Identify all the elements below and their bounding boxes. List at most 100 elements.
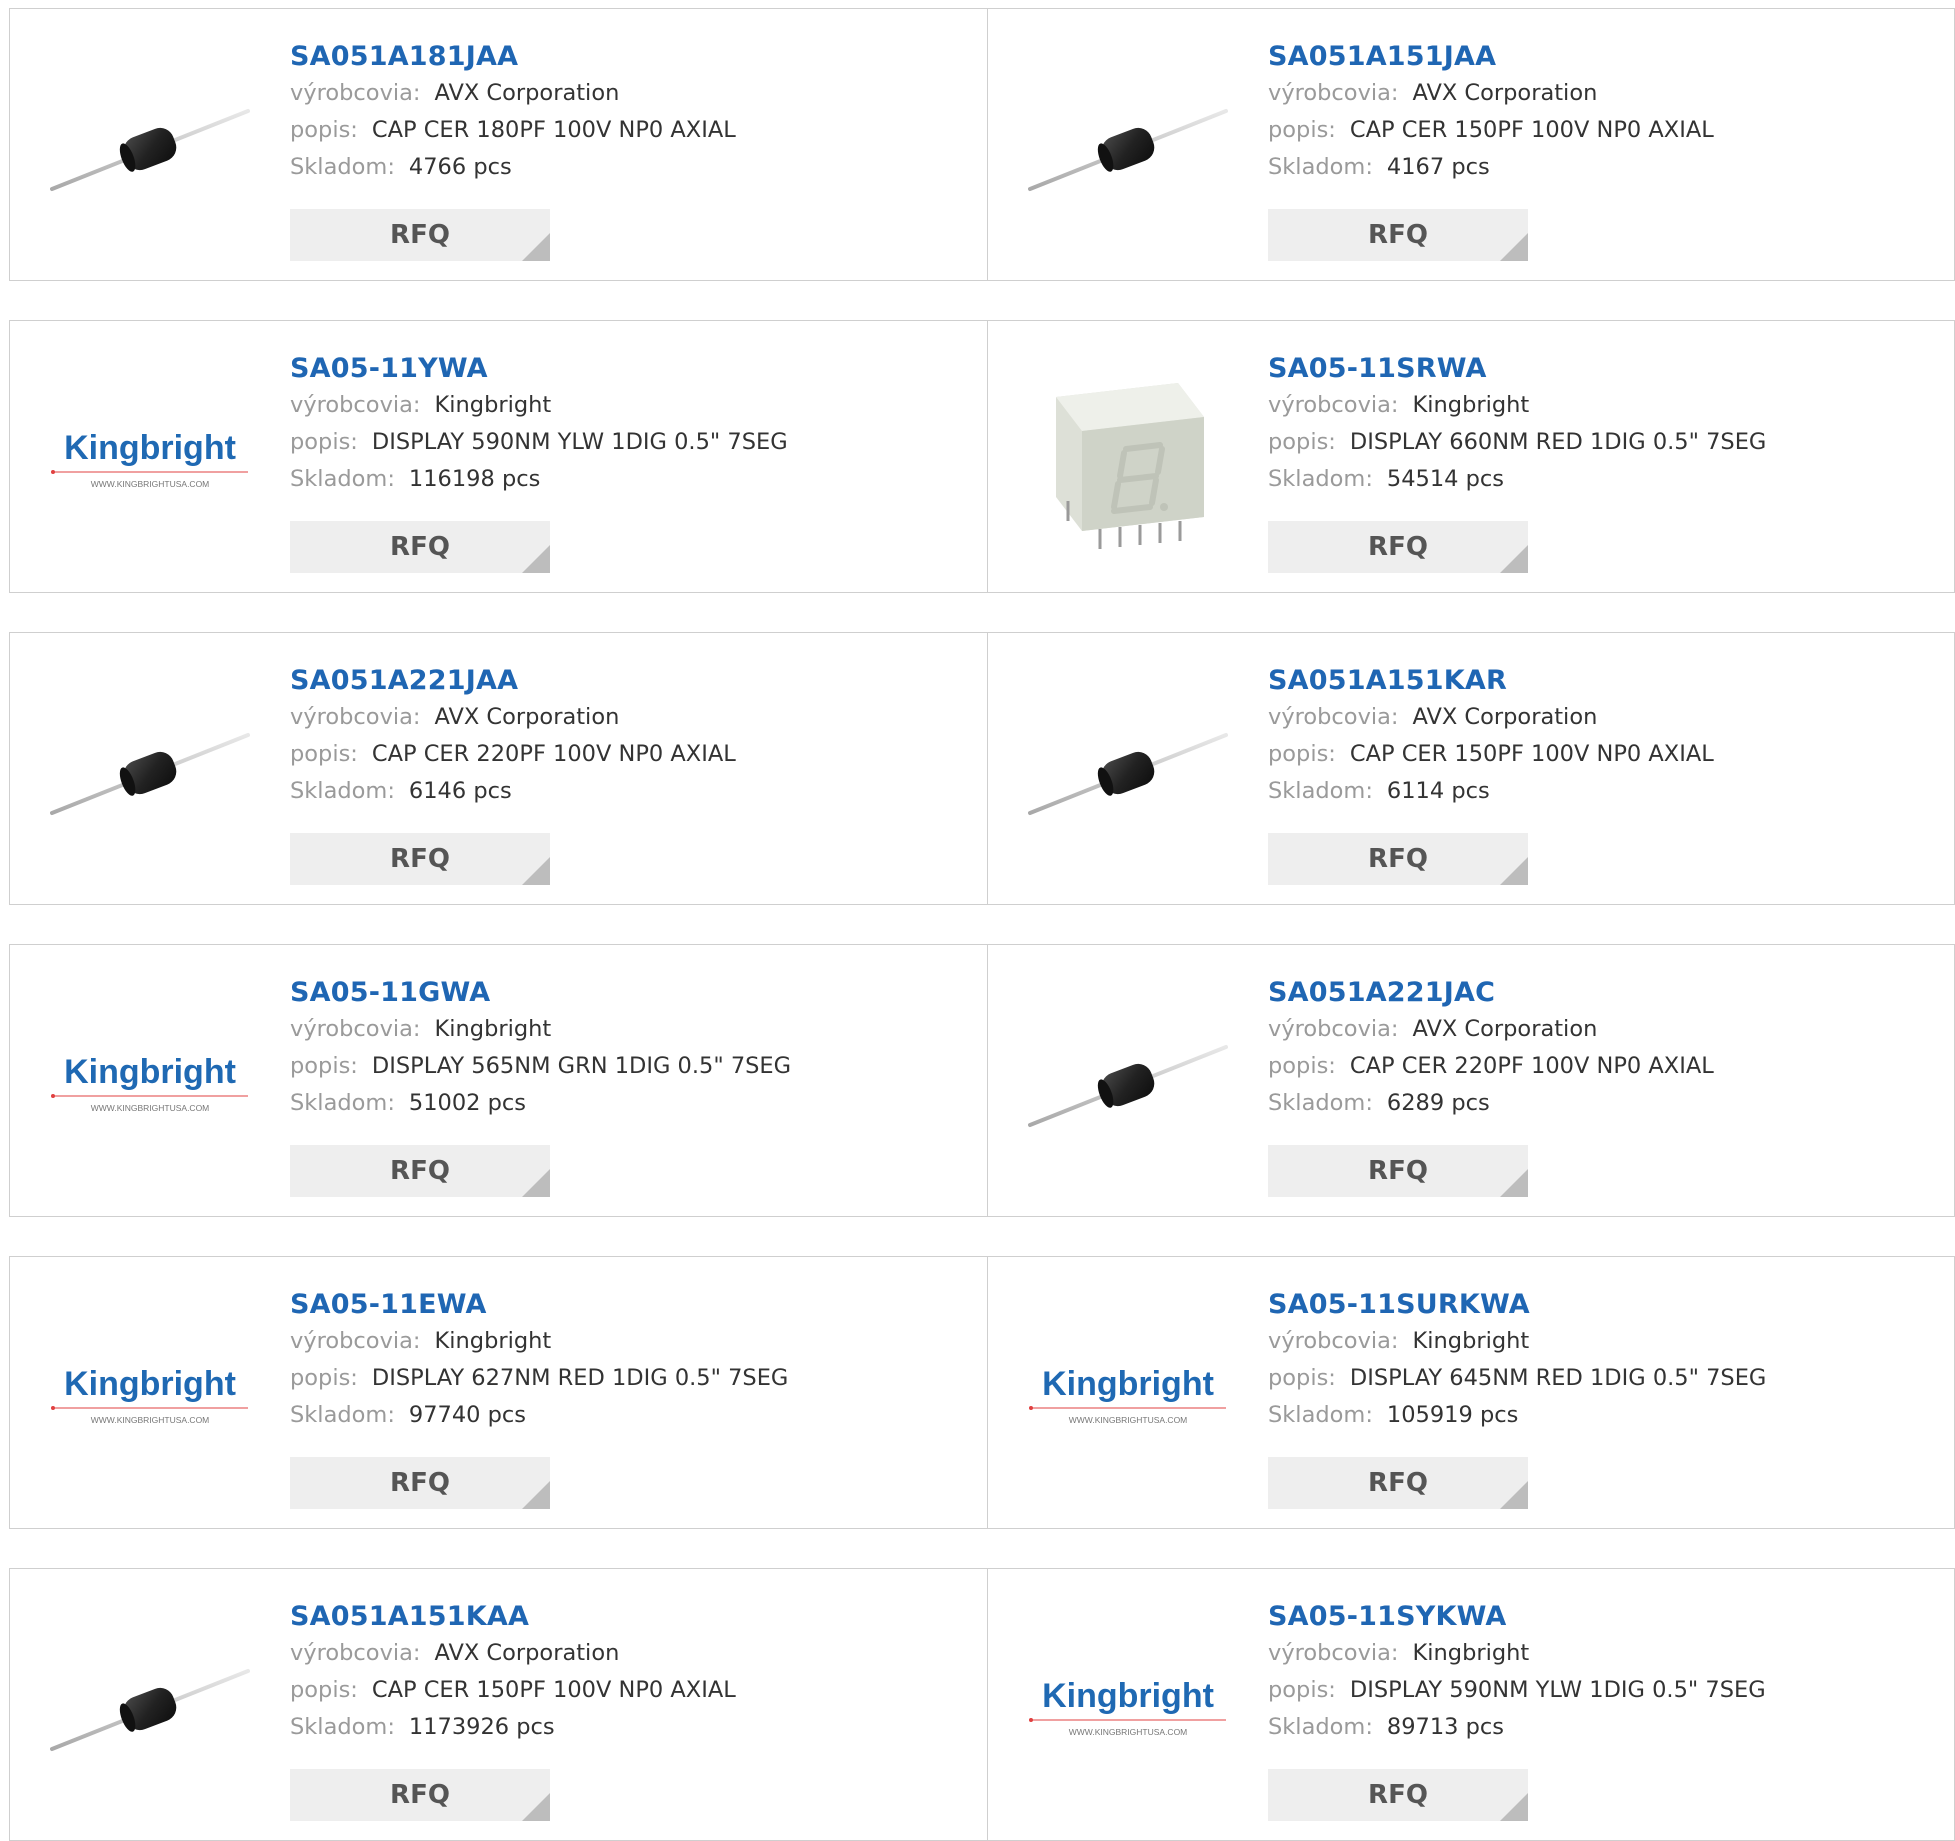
stock-line: Skladom: 4167 pcs [1268, 149, 1934, 186]
product-info: SA05-11GWA výrobcovia: Kingbright popis: DIS… [290, 975, 967, 1122]
product-info: SA051A151JAA výrobcovia: AVX Corporation po… [1268, 39, 1934, 186]
product-card: SA051A181JAA výrobcovia: AVX Corporation po… [9, 8, 988, 281]
manufacturer-label: výrobcovia: [290, 1640, 421, 1666]
rfq-button[interactable]: RFQ [290, 833, 550, 885]
description-label: popis: [290, 1053, 358, 1079]
description-line: popis: DISPLAY 627NM RED 1DIG 0.5" 7SEG [290, 1360, 967, 1397]
description-value: CAP CER 150PF 100V NP0 AXIAL [371, 1677, 736, 1703]
rfq-button[interactable]: RFQ [290, 1769, 550, 1821]
product-image[interactable] [50, 1609, 250, 1809]
description-line: popis: CAP CER 150PF 100V NP0 AXIAL [290, 1672, 967, 1709]
product-info: SA051A221JAC výrobcovia: AVX Corporation po… [1268, 975, 1934, 1122]
stock-value: 105919 pcs [1386, 1402, 1519, 1428]
svg-text:WWW.KINGBRIGHTUSA.COM: WWW.KINGBRIGHTUSA.COM [1069, 1727, 1188, 1737]
product-row: SA051A221JAA výrobcovia: AVX Corporation po… [9, 632, 1955, 905]
part-number-link[interactable]: SA05-11SRWA [1268, 351, 1934, 387]
rfq-label: RFQ [1368, 1156, 1428, 1186]
rfq-button[interactable]: RFQ [290, 1145, 550, 1197]
product-image[interactable] [50, 673, 250, 873]
stock-label: Skladom: [1268, 1402, 1373, 1428]
product-image[interactable]: Kingbright WWW.KINGBRIGHTUSA.COM [50, 1297, 250, 1497]
rfq-label: RFQ [1368, 1780, 1428, 1810]
product-image[interactable] [1028, 673, 1228, 873]
rfq-button[interactable]: RFQ [290, 1457, 550, 1509]
corner-triangle-icon [1500, 233, 1528, 261]
product-info: SA05-11EWA výrobcovia: Kingbright popis: DIS… [290, 1287, 967, 1434]
product-card: SA051A221JAA výrobcovia: AVX Corporation po… [9, 632, 988, 905]
part-number-link[interactable]: SA05-11SURKWA [1268, 1287, 1934, 1323]
svg-text:Kingbright: Kingbright [64, 1053, 236, 1091]
description-label: popis: [1268, 1677, 1336, 1703]
svg-text:Kingbright: Kingbright [1042, 1677, 1214, 1715]
description-label: popis: [290, 1365, 358, 1391]
stock-value: 6289 pcs [1386, 1090, 1490, 1116]
kingbright-logo-icon: Kingbright WWW.KINGBRIGHTUSA.COM [50, 1357, 250, 1437]
part-number-link[interactable]: SA051A151KAR [1268, 663, 1934, 699]
stock-line: Skladom: 51002 pcs [290, 1085, 967, 1122]
corner-triangle-icon [522, 857, 550, 885]
part-number-link[interactable]: SA05-11SYKWA [1268, 1599, 1934, 1635]
manufacturer-value: Kingbright [434, 1328, 552, 1354]
part-number-link[interactable]: SA05-11EWA [290, 1287, 967, 1323]
stock-line: Skladom: 6146 pcs [290, 773, 967, 810]
corner-triangle-icon [1500, 857, 1528, 885]
rfq-label: RFQ [390, 844, 450, 874]
product-card: SA051A221JAC výrobcovia: AVX Corporation po… [988, 944, 1955, 1217]
description-label: popis: [290, 741, 358, 767]
product-image[interactable]: Kingbright WWW.KINGBRIGHTUSA.COM [50, 985, 250, 1185]
product-image[interactable]: Kingbright WWW.KINGBRIGHTUSA.COM [1028, 1609, 1228, 1809]
rfq-button[interactable]: RFQ [1268, 1145, 1528, 1197]
manufacturer-line: výrobcovia: AVX Corporation [290, 699, 967, 736]
part-number-link[interactable]: SA051A181JAA [290, 39, 967, 75]
axial-capacitor-icon [1028, 49, 1228, 249]
part-number-link[interactable]: SA051A221JAA [290, 663, 967, 699]
svg-text:WWW.KINGBRIGHTUSA.COM: WWW.KINGBRIGHTUSA.COM [91, 479, 210, 489]
rfq-button[interactable]: RFQ [1268, 1769, 1528, 1821]
product-image[interactable] [1028, 985, 1228, 1185]
rfq-button[interactable]: RFQ [1268, 521, 1528, 573]
product-image[interactable] [1028, 49, 1228, 249]
product-info: SA051A221JAA výrobcovia: AVX Corporation po… [290, 663, 967, 810]
part-number-link[interactable]: SA051A151KAA [290, 1599, 967, 1635]
axial-capacitor-icon [1028, 985, 1228, 1185]
product-image[interactable]: Kingbright WWW.KINGBRIGHTUSA.COM [50, 361, 250, 561]
kingbright-logo-icon: Kingbright WWW.KINGBRIGHTUSA.COM [50, 1045, 250, 1125]
rfq-label: RFQ [390, 1156, 450, 1186]
corner-triangle-icon [522, 545, 550, 573]
part-number-link[interactable]: SA05-11YWA [290, 351, 967, 387]
product-info: SA05-11SRWA výrobcovia: Kingbright popis: DI… [1268, 351, 1934, 498]
rfq-button[interactable]: RFQ [290, 209, 550, 261]
stock-label: Skladom: [1268, 154, 1373, 180]
rfq-label: RFQ [1368, 532, 1428, 562]
part-number-link[interactable]: SA051A221JAC [1268, 975, 1934, 1011]
product-image[interactable] [1028, 361, 1228, 561]
description-line: popis: CAP CER 220PF 100V NP0 AXIAL [290, 736, 967, 773]
product-image[interactable]: Kingbright WWW.KINGBRIGHTUSA.COM [1028, 1297, 1228, 1497]
rfq-label: RFQ [390, 1780, 450, 1810]
stock-line: Skladom: 105919 pcs [1268, 1397, 1934, 1434]
description-line: popis: DISPLAY 660NM RED 1DIG 0.5" 7SEG [1268, 424, 1934, 461]
rfq-button[interactable]: RFQ [1268, 1457, 1528, 1509]
stock-value: 1173926 pcs [408, 1714, 555, 1740]
rfq-button[interactable]: RFQ [1268, 833, 1528, 885]
rfq-button[interactable]: RFQ [290, 521, 550, 573]
rfq-label: RFQ [390, 532, 450, 562]
product-row: Kingbright WWW.KINGBRIGHTUSA.COM SA05-11YW… [9, 320, 1955, 593]
manufacturer-line: výrobcovia: Kingbright [290, 1011, 967, 1048]
axial-capacitor-icon [50, 1609, 250, 1809]
manufacturer-line: výrobcovia: AVX Corporation [1268, 1011, 1934, 1048]
stock-label: Skladom: [290, 466, 395, 492]
stock-value: 89713 pcs [1386, 1714, 1505, 1740]
description-line: popis: CAP CER 150PF 100V NP0 AXIAL [1268, 112, 1934, 149]
manufacturer-label: výrobcovia: [1268, 1328, 1399, 1354]
part-number-link[interactable]: SA05-11GWA [290, 975, 967, 1011]
corner-triangle-icon [522, 1793, 550, 1821]
stock-value: 54514 pcs [1386, 466, 1505, 492]
part-number-link[interactable]: SA051A151JAA [1268, 39, 1934, 75]
rfq-button[interactable]: RFQ [1268, 209, 1528, 261]
product-image[interactable] [50, 49, 250, 249]
stock-line: Skladom: 4766 pcs [290, 149, 967, 186]
stock-line: Skladom: 6289 pcs [1268, 1085, 1934, 1122]
product-row: Kingbright WWW.KINGBRIGHTUSA.COM SA05-11EW… [9, 1256, 1955, 1529]
rfq-label: RFQ [1368, 220, 1428, 250]
